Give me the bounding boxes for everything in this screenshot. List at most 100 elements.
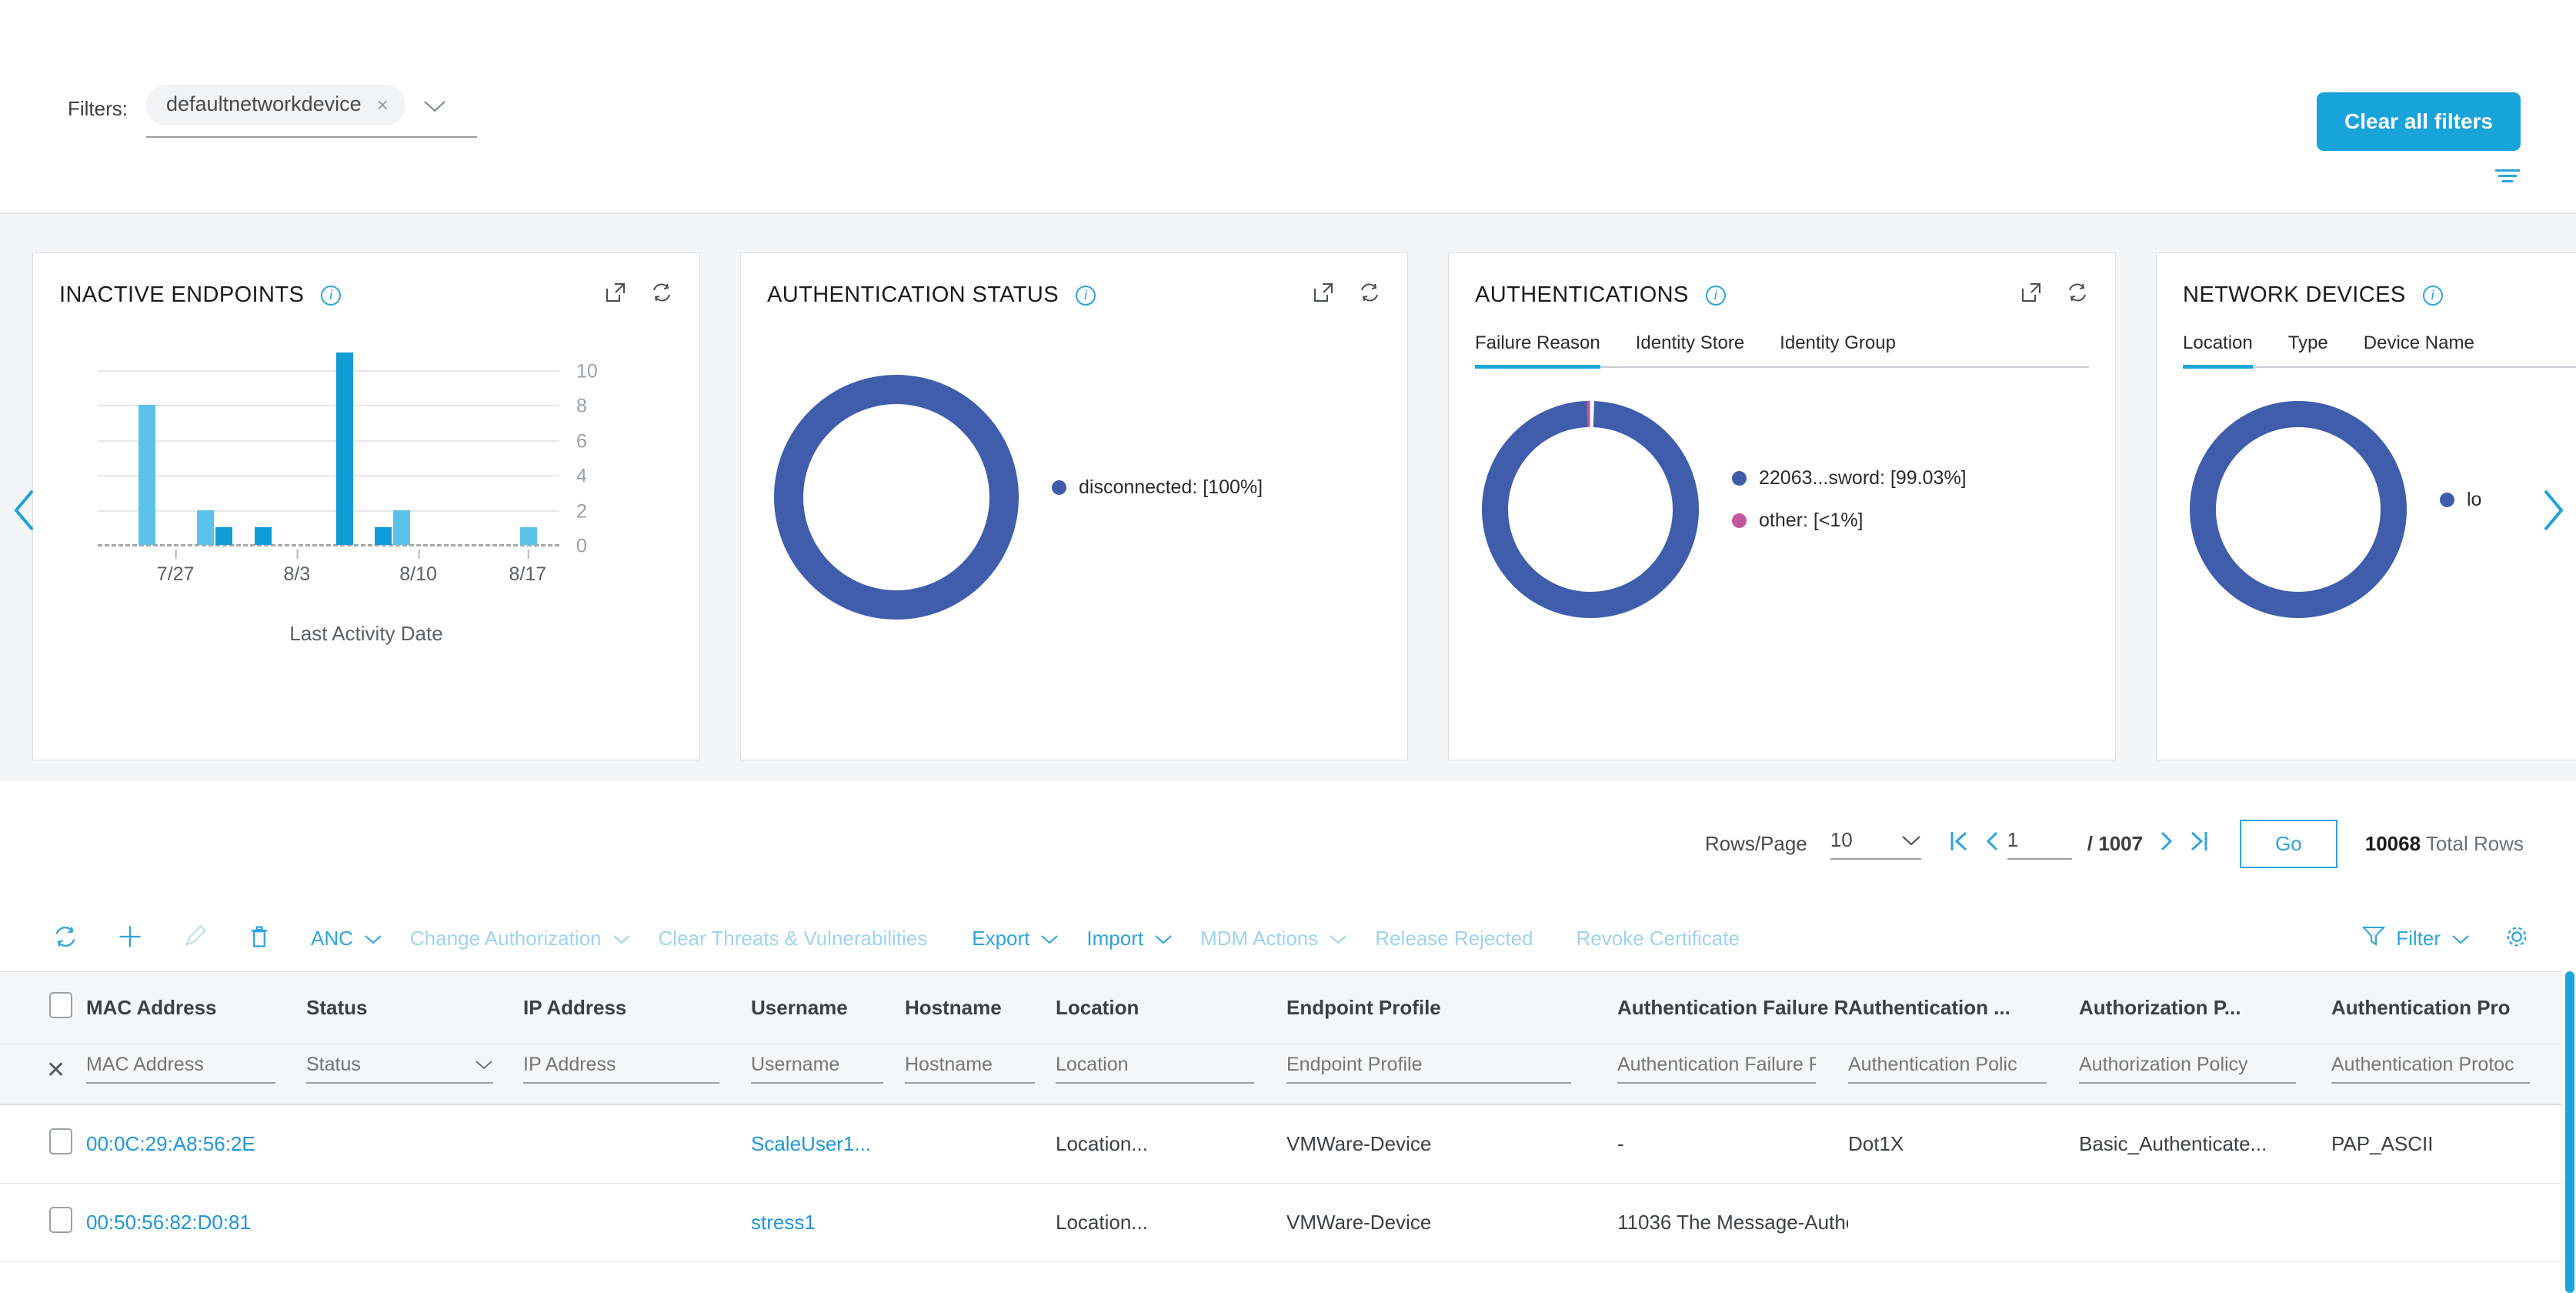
donut-ring[interactable] bbox=[2183, 394, 2414, 625]
clear-all-filters-button[interactable]: Clear all filters bbox=[2317, 92, 2521, 151]
filter-input-endpoint-profile[interactable] bbox=[1286, 1054, 1571, 1084]
chevron-down-icon bbox=[1901, 828, 1921, 852]
trash-icon[interactable] bbox=[246, 924, 272, 954]
bar[interactable] bbox=[336, 352, 353, 545]
open-external-icon[interactable] bbox=[604, 281, 627, 308]
column-header-authentication-failure-reason[interactable]: Authentication Failure Re... bbox=[1617, 972, 1848, 1044]
row-select-cell bbox=[0, 1184, 86, 1262]
filter-select-status[interactable]: Status bbox=[306, 1054, 493, 1084]
filter-funnel-icon[interactable] bbox=[2494, 168, 2521, 192]
next-page-button[interactable] bbox=[2151, 830, 2181, 858]
first-page-button[interactable] bbox=[1941, 830, 1977, 858]
toolbar-item-anc[interactable]: ANC bbox=[311, 927, 382, 951]
refresh-icon[interactable] bbox=[52, 924, 78, 954]
info-icon[interactable]: i bbox=[1706, 286, 1726, 306]
filter-input-mac-address[interactable] bbox=[86, 1054, 275, 1084]
row-checkbox[interactable] bbox=[49, 1128, 72, 1154]
column-header-status[interactable]: Status bbox=[306, 972, 523, 1044]
cell-username[interactable]: ScaleUser1... bbox=[751, 1104, 905, 1184]
column-header-authentication-policy[interactable]: Authentication ... bbox=[1848, 972, 2079, 1044]
legend-item[interactable]: other: [<1%] bbox=[1732, 510, 1967, 532]
legend-item[interactable]: disconnected: [100%] bbox=[1052, 476, 1263, 499]
close-icon[interactable]: × bbox=[377, 95, 389, 115]
tab-failure-reason[interactable]: Failure Reason bbox=[1475, 332, 1600, 369]
prev-page-button[interactable] bbox=[1977, 830, 2007, 858]
cell-username[interactable]: stress1 bbox=[751, 1184, 905, 1262]
cell-mac-address[interactable]: 00:0C:29:A8:56:2E bbox=[86, 1104, 306, 1184]
dashlet-authentication-status: AUTHENTICATION STATUS i bbox=[740, 252, 1408, 760]
page-number-input[interactable] bbox=[2007, 828, 2072, 860]
open-external-icon[interactable] bbox=[2020, 281, 2043, 308]
filter-cell-authentication-policy bbox=[1848, 1044, 2079, 1105]
bar[interactable] bbox=[393, 510, 410, 545]
cell-authentication-failure-reason: - bbox=[1617, 1104, 1848, 1184]
refresh-icon[interactable] bbox=[2066, 281, 2089, 308]
filter-input-location[interactable] bbox=[1056, 1054, 1254, 1084]
toolbar-item-change-authorization: Change Authorization bbox=[410, 927, 631, 951]
tab-location[interactable]: Location bbox=[2183, 332, 2253, 369]
column-header-ip-address[interactable]: IP Address bbox=[523, 972, 751, 1044]
toolbar-item-import[interactable]: Import bbox=[1086, 927, 1173, 951]
info-icon[interactable]: i bbox=[2423, 286, 2443, 306]
filter-cell-ip-address bbox=[523, 1044, 751, 1105]
bar[interactable] bbox=[520, 527, 537, 545]
table-row[interactable]: 00:0C:29:A8:56:2E ScaleUser1... Location… bbox=[0, 1104, 2562, 1184]
legend-item[interactable]: 22063...sword: [99.03%] bbox=[1732, 467, 1967, 489]
go-button[interactable]: Go bbox=[2240, 820, 2337, 868]
filter-input-authorization-policy[interactable] bbox=[2079, 1054, 2296, 1084]
bar[interactable] bbox=[375, 527, 392, 545]
column-header-mac-address[interactable]: MAC Address bbox=[86, 972, 306, 1044]
row-checkbox[interactable] bbox=[49, 1207, 72, 1233]
gear-icon[interactable] bbox=[2504, 924, 2530, 954]
filter-chip[interactable]: defaultnetworkdevice × bbox=[146, 85, 405, 125]
table-area: ANC Change Authorization Clear Threats &… bbox=[0, 905, 2576, 1262]
select-all-checkbox[interactable] bbox=[49, 992, 72, 1018]
tab-identity-group[interactable]: Identity Group bbox=[1780, 332, 1896, 366]
bar[interactable] bbox=[138, 405, 155, 545]
column-header-username[interactable]: Username bbox=[751, 972, 905, 1044]
refresh-icon[interactable] bbox=[1358, 281, 1381, 308]
tab-identity-store[interactable]: Identity Store bbox=[1636, 332, 1744, 366]
filter-input-username[interactable] bbox=[751, 1054, 883, 1084]
column-header-hostname[interactable]: Hostname bbox=[905, 972, 1056, 1044]
filter-input-authentication-policy[interactable] bbox=[1848, 1054, 2047, 1084]
filter-cell-endpoint-profile bbox=[1286, 1044, 1617, 1105]
chevron-down-icon[interactable] bbox=[422, 99, 447, 118]
last-page-button[interactable] bbox=[2181, 830, 2217, 858]
filter-input-authentication-protocol[interactable] bbox=[2331, 1054, 2530, 1084]
info-icon[interactable]: i bbox=[321, 286, 341, 306]
table-row[interactable]: 00:50:56:82:D0:81 stress1 Location... VM… bbox=[0, 1184, 2562, 1262]
bar[interactable] bbox=[197, 510, 214, 545]
bar[interactable] bbox=[215, 527, 232, 545]
cell-mac-address[interactable]: 00:50:56:82:D0:81 bbox=[86, 1184, 306, 1262]
open-external-icon[interactable] bbox=[1312, 281, 1335, 308]
donut-ring[interactable] bbox=[767, 368, 1026, 626]
carousel-next-arrow[interactable] bbox=[2539, 488, 2565, 536]
filter-field[interactable]: defaultnetworkdevice × bbox=[146, 85, 477, 138]
info-icon[interactable]: i bbox=[1076, 286, 1096, 306]
filter-button[interactable]: Filter bbox=[2362, 925, 2470, 952]
column-header-authorization-policy[interactable]: Authorization P... bbox=[2079, 972, 2331, 1044]
vertical-scrollbar[interactable] bbox=[2565, 971, 2574, 1293]
toolbar-item-export[interactable]: Export bbox=[972, 927, 1059, 951]
tab-type[interactable]: Type bbox=[2288, 332, 2328, 366]
filter-input-ip-address[interactable] bbox=[523, 1054, 719, 1084]
column-header-location[interactable]: Location bbox=[1056, 972, 1286, 1044]
column-header-authentication-protocol[interactable]: Authentication Pro bbox=[2331, 972, 2562, 1044]
filter-cell-hostname bbox=[905, 1044, 1056, 1105]
tab-device-name[interactable]: Device Name bbox=[2364, 332, 2474, 366]
refresh-icon[interactable] bbox=[650, 281, 673, 308]
legend-item[interactable]: lo bbox=[2440, 489, 2481, 511]
y-axis-tick: 6 bbox=[576, 430, 587, 453]
card-actions bbox=[2020, 281, 2089, 308]
close-icon[interactable]: ✕ bbox=[0, 1057, 65, 1083]
add-icon[interactable] bbox=[117, 924, 143, 954]
rows-per-page-select[interactable]: 10 bbox=[1830, 828, 1921, 860]
bar[interactable] bbox=[255, 527, 272, 545]
filter-input-hostname[interactable] bbox=[905, 1054, 1035, 1084]
table-header-row: MAC Address Status IP Address Username H… bbox=[0, 972, 2562, 1044]
filter-input-authentication-failure-reason[interactable] bbox=[1617, 1054, 1816, 1084]
donut-ring[interactable] bbox=[1475, 394, 1706, 625]
carousel-prev-arrow[interactable] bbox=[12, 488, 38, 536]
column-header-endpoint-profile[interactable]: Endpoint Profile bbox=[1286, 972, 1617, 1044]
